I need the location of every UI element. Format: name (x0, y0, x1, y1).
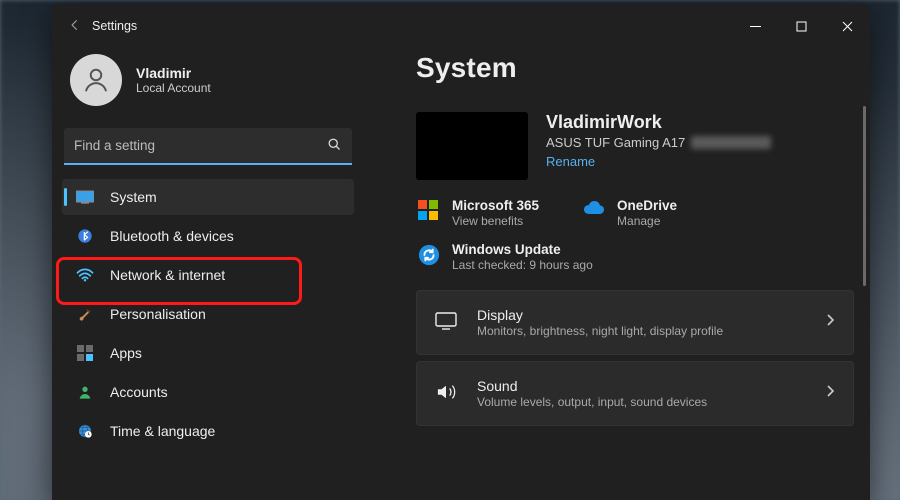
tile-label: OneDrive (617, 198, 677, 213)
user-name: Vladimir (136, 65, 211, 81)
nav-list: System Bluetooth & devices Network & int… (62, 179, 354, 449)
device-block: VladimirWork ASUS TUF Gaming A17 Rename (416, 112, 854, 180)
tile-label: Windows Update (452, 242, 593, 257)
sound-icon (435, 383, 457, 405)
scrollbar[interactable] (863, 106, 866, 286)
nav-item-personalisation[interactable]: Personalisation (62, 296, 354, 332)
nav-label: Network & internet (110, 267, 225, 283)
brush-icon (76, 305, 94, 323)
tile-sub: Manage (617, 214, 677, 228)
redacted-text (691, 136, 771, 149)
nav-item-accounts[interactable]: Accounts (62, 374, 354, 410)
rename-link[interactable]: Rename (546, 154, 595, 169)
onedrive-icon (583, 200, 605, 222)
page-heading: System (416, 52, 854, 84)
accounts-icon (76, 383, 94, 401)
settings-window: Settings Vladimir Local Account (52, 4, 870, 500)
chevron-right-icon (825, 313, 835, 332)
search-box[interactable] (64, 128, 352, 165)
apps-icon (76, 344, 94, 362)
user-block[interactable]: Vladimir Local Account (62, 48, 354, 122)
card-display[interactable]: Display Monitors, brightness, night ligh… (416, 290, 854, 355)
globe-icon (76, 422, 94, 440)
nav-item-apps[interactable]: Apps (62, 335, 354, 371)
nav-item-network[interactable]: Network & internet (62, 257, 354, 293)
tile-sub: Last checked: 9 hours ago (452, 258, 593, 272)
user-sub: Local Account (136, 81, 211, 95)
nav-label: Personalisation (110, 306, 206, 322)
nav-item-system[interactable]: System (62, 179, 354, 215)
nav-label: System (110, 189, 157, 205)
nav-item-time-language[interactable]: Time & language (62, 413, 354, 449)
back-button[interactable] (58, 18, 92, 35)
nav-label: Bluetooth & devices (110, 228, 234, 244)
display-icon (435, 312, 457, 334)
card-sub: Volume levels, output, input, sound devi… (477, 395, 805, 409)
window-title: Settings (92, 19, 137, 33)
bluetooth-icon (76, 227, 94, 245)
tile-update[interactable]: Windows Update Last checked: 9 hours ago (418, 242, 593, 272)
card-title: Display (477, 307, 805, 323)
nav-label: Time & language (110, 423, 215, 439)
update-icon (418, 244, 440, 266)
card-sound[interactable]: Sound Volume levels, output, input, soun… (416, 361, 854, 426)
tile-label: Microsoft 365 (452, 198, 539, 213)
close-button[interactable] (824, 9, 870, 43)
nav-label: Accounts (110, 384, 168, 400)
nav-label: Apps (110, 345, 142, 361)
card-sub: Monitors, brightness, night light, displ… (477, 324, 805, 338)
nav-item-bluetooth[interactable]: Bluetooth & devices (62, 218, 354, 254)
device-model: ASUS TUF Gaming A17 (546, 135, 771, 150)
sidebar: Vladimir Local Account System Bluetooth … (52, 48, 364, 500)
tile-onedrive[interactable]: OneDrive Manage (583, 198, 677, 228)
wifi-icon (76, 266, 94, 284)
main-pane: System VladimirWork ASUS TUF Gaming A17 … (364, 48, 870, 500)
tile-m365[interactable]: Microsoft 365 View benefits (418, 198, 539, 228)
titlebar: Settings (52, 4, 870, 48)
system-icon (76, 188, 94, 206)
search-input[interactable] (64, 128, 352, 165)
minimize-button[interactable] (732, 9, 778, 43)
chevron-right-icon (825, 384, 835, 403)
tile-sub: View benefits (452, 214, 539, 228)
device-name: VladimirWork (546, 112, 771, 133)
device-thumbnail (416, 112, 528, 180)
card-title: Sound (477, 378, 805, 394)
avatar (70, 54, 122, 106)
maximize-button[interactable] (778, 9, 824, 43)
search-icon (327, 137, 342, 157)
m365-icon (418, 200, 440, 222)
